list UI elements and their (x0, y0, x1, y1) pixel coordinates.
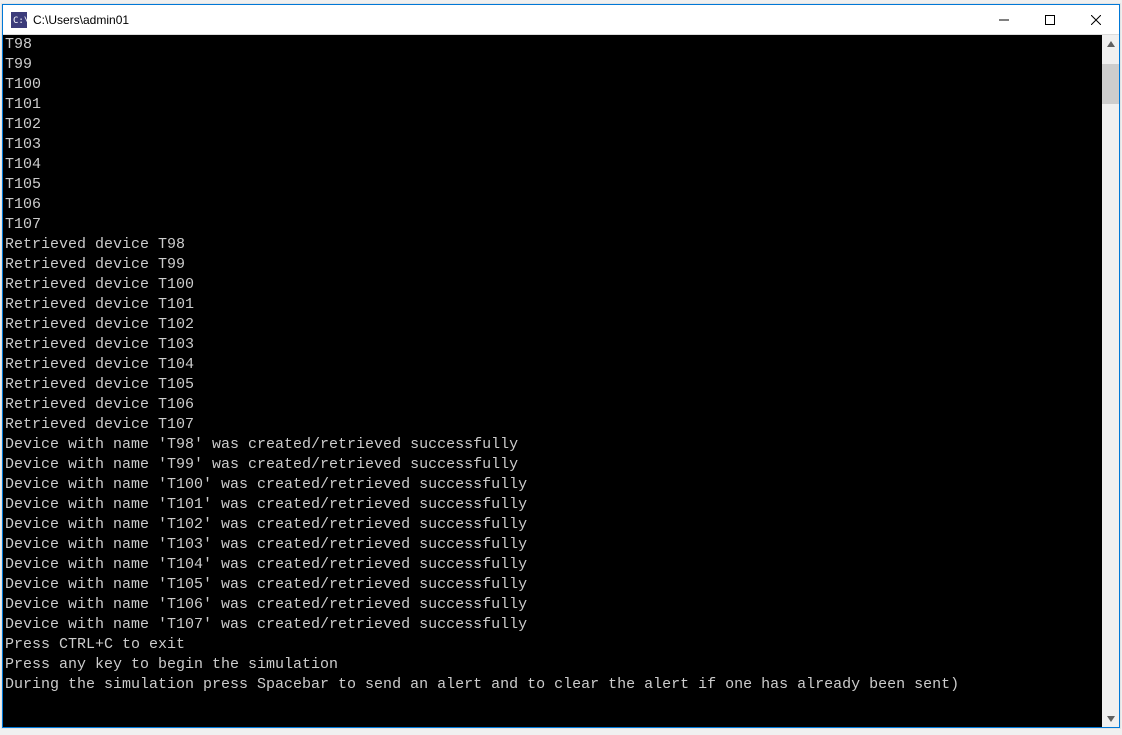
scroll-thumb[interactable] (1102, 64, 1119, 104)
console-line-text: Press any key to begin the simulation (5, 656, 338, 673)
client-area: T98 T99 T100 T101 T102 T103 T104 T105 T106 T107 Re… (3, 35, 1119, 727)
console-line: Retrieved device T105 (5, 375, 1102, 395)
console-line: Retrieved device T98 (5, 235, 1102, 255)
console-line-text: Retrieved device T103 (5, 336, 194, 353)
scroll-track[interactable] (1102, 52, 1119, 710)
maximize-icon (1045, 15, 1055, 25)
console-line-text: Device with name 'T106' was created/retr… (5, 596, 527, 613)
editor-behind-fragment: private const double alertTemp = 6.00; (2, 725, 1120, 735)
console-line-text: Retrieved device T104 (5, 356, 194, 373)
console-line: Device with name 'T105' was created/retr… (5, 575, 1102, 595)
console-line-text: Retrieved device T100 (5, 276, 194, 293)
console-line-text: T105 (5, 176, 41, 193)
console-line: Device with name 'T106' was created/retr… (5, 595, 1102, 615)
console-line: Retrieved device T99 (5, 255, 1102, 275)
console-line: Press CTRL+C to exit (5, 635, 1102, 655)
window-title: C:\Users\admin01 (33, 13, 981, 27)
console-line-text: T100 (5, 76, 41, 93)
window-controls (981, 5, 1119, 34)
console-line-text: Retrieved device T105 (5, 376, 194, 393)
console-line-text: Device with name 'T98' was created/retri… (5, 436, 518, 453)
console-line-text: Retrieved device T107 (5, 416, 194, 433)
console-line: Device with name 'T99' was created/retri… (5, 455, 1102, 475)
titlebar[interactable]: C:\ C:\Users\admin01 (3, 5, 1119, 35)
console-line: T107 (5, 215, 1102, 235)
scroll-up-button[interactable] (1102, 35, 1119, 52)
console-line: T99 (5, 55, 1102, 75)
console-line: T103 (5, 135, 1102, 155)
maximize-button[interactable] (1027, 5, 1073, 34)
console-line: During the simulation press Spacebar to … (5, 675, 1102, 695)
console-line-text: T106 (5, 196, 41, 213)
console-window: C:\ C:\Users\admin01 T98T99T100T101T102T… (2, 4, 1120, 728)
vertical-scrollbar[interactable] (1102, 35, 1119, 727)
console-line: Retrieved device T106 (5, 395, 1102, 415)
console-line: Device with name 'T104' was created/retr… (5, 555, 1102, 575)
console-line: Device with name 'T101' was created/retr… (5, 495, 1102, 515)
console-line: T105 (5, 175, 1102, 195)
chevron-up-icon (1107, 41, 1115, 47)
close-button[interactable] (1073, 5, 1119, 34)
console-line-text: Device with name 'T99' was created/retri… (5, 456, 518, 473)
console-line: T102 (5, 115, 1102, 135)
console-line-text: T103 (5, 136, 41, 153)
minimize-button[interactable] (981, 5, 1027, 34)
console-line: Press any key to begin the simulation (5, 655, 1102, 675)
console-line: T104 (5, 155, 1102, 175)
console-line-text: Device with name 'T102' was created/retr… (5, 516, 527, 533)
console-line-text: Retrieved device T106 (5, 396, 194, 413)
console-line-text: Device with name 'T101' was created/retr… (5, 496, 527, 513)
console-line-text: T107 (5, 216, 41, 233)
console-line: Device with name 'T100' was created/retr… (5, 475, 1102, 495)
console-line: Retrieved device T104 (5, 355, 1102, 375)
console-line-text: Retrieved device T101 (5, 296, 194, 313)
console-line-text: Device with name 'T104' was created/retr… (5, 556, 527, 573)
close-icon (1091, 15, 1101, 25)
console-line-text: Device with name 'T103' was created/retr… (5, 536, 527, 553)
console-line-text: T102 (5, 116, 41, 133)
console-line: T98 (5, 35, 1102, 55)
cmd-icon-text: C:\ (13, 16, 27, 26)
console-line: Device with name 'T103' was created/retr… (5, 535, 1102, 555)
console-line-text: T99 (5, 56, 32, 73)
console-line: T100 (5, 75, 1102, 95)
console-line-text: T101 (5, 96, 41, 113)
console-line: Retrieved device T107 (5, 415, 1102, 435)
console-line-text: During the simulation press Spacebar to … (5, 676, 959, 693)
console-line-text: Device with name 'T100' was created/retr… (5, 476, 527, 493)
console-line-text: Retrieved device T102 (5, 316, 194, 333)
console-line: Retrieved device T100 (5, 275, 1102, 295)
console-line-text: Device with name 'T107' was created/retr… (5, 616, 527, 633)
console-output[interactable]: T98 T99 T100 T101 T102 T103 T104 T105 T106 T107 Re… (3, 35, 1102, 727)
console-line: Retrieved device T101 (5, 295, 1102, 315)
console-line: Retrieved device T102 (5, 315, 1102, 335)
console-line: Device with name 'T107' was created/retr… (5, 615, 1102, 635)
console-line: Device with name 'T102' was created/retr… (5, 515, 1102, 535)
cmd-icon: C:\ (11, 12, 27, 28)
console-line: T106 (5, 195, 1102, 215)
console-line: T101 (5, 95, 1102, 115)
console-line-text: T104 (5, 156, 41, 173)
console-line: Device with name 'T98' was created/retri… (5, 435, 1102, 455)
minimize-icon (999, 15, 1009, 25)
console-line-text: Press CTRL+C to exit (5, 636, 185, 653)
console-line-text: T98 (5, 36, 32, 53)
console-line-text: Retrieved device T99 (5, 256, 185, 273)
chevron-down-icon (1107, 716, 1115, 722)
console-line-text: Device with name 'T105' was created/retr… (5, 576, 527, 593)
console-line: Retrieved device T103 (5, 335, 1102, 355)
console-line-text: Retrieved device T98 (5, 236, 185, 253)
